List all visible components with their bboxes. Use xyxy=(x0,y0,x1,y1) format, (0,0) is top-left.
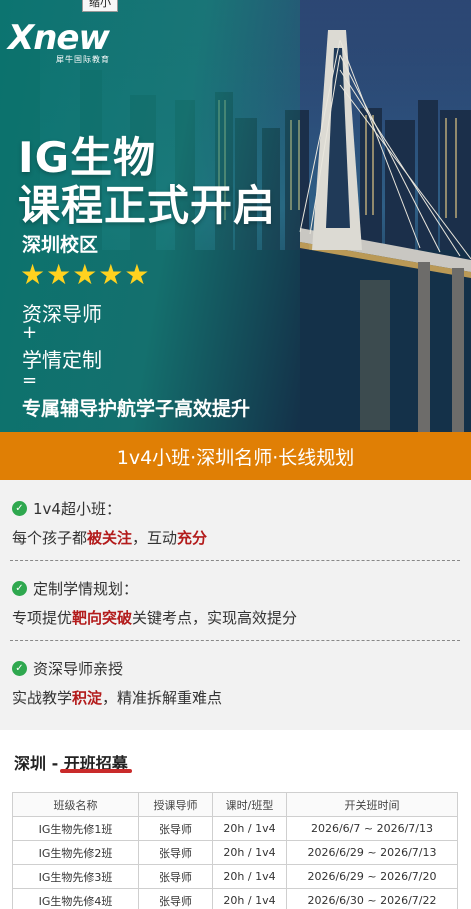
logo-mark: Xnew xyxy=(8,18,110,58)
rating-stars-icon: ★★★★★ xyxy=(20,258,151,291)
campus-label: 深圳校区 xyxy=(22,234,99,256)
hero-equals-sign: = xyxy=(22,370,38,391)
feature-title: 资深导师亲授 xyxy=(33,660,124,678)
feature-title: 定制学情规划： xyxy=(33,580,139,598)
check-icon: ✓ xyxy=(12,581,27,596)
table-cell: IG生物先修2班 xyxy=(12,840,139,865)
slogan-banner: 1v4小班·深圳名师·长线规划 xyxy=(0,432,471,480)
table-cell: 20h / 1v4 xyxy=(212,816,287,841)
feature-desc: 每个孩子都被关注，互动充分 xyxy=(12,529,208,547)
table-cell: 张导师 xyxy=(138,888,213,909)
table-cell: 张导师 xyxy=(138,864,213,889)
column-header: 班级名称 xyxy=(12,792,139,817)
check-icon: ✓ xyxy=(12,661,27,676)
feature-desc: 实战教学积淀，精准拆解重难点 xyxy=(12,689,223,707)
table-row: IG生物先修2班 张导师 20h / 1v4 2026/6/29 ~ 2026/… xyxy=(12,840,458,865)
table-cell: 2026/6/29 ~ 2026/7/13 xyxy=(286,840,458,865)
table-cell: IG生物先修1班 xyxy=(12,816,139,841)
table-cell: 20h / 1v4 xyxy=(212,888,287,909)
table-cell: IG生物先修4班 xyxy=(12,888,139,909)
hero-line-custom: 学情定制 xyxy=(22,348,102,372)
hero-banner: Xnew 犀牛国际教育 IG生物 课程正式开启 深圳校区 ★★★★★ 资深导师 … xyxy=(0,0,471,432)
column-header: 开关班时间 xyxy=(286,792,458,817)
schedule-section: 深圳 - 开班招募 班级名称 授课导师 课时/班型 开关班时间 IG生物先修1班… xyxy=(0,730,471,909)
slogan-text: 1v4小班·深圳名师·长线规划 xyxy=(116,446,355,469)
table-cell: 20h / 1v4 xyxy=(212,864,287,889)
hero-line-result: 专属辅导护航学子高效提升 xyxy=(22,398,251,420)
logo-subtitle: 犀牛国际教育 xyxy=(56,55,110,64)
table-cell: 张导师 xyxy=(138,840,213,865)
divider xyxy=(10,560,460,561)
shrink-button[interactable]: 缩小 xyxy=(82,0,118,12)
feature-title: 1v4超小班： xyxy=(33,500,121,518)
title-underline xyxy=(60,769,132,773)
table-cell: 2026/6/7 ~ 2026/7/13 xyxy=(286,816,458,841)
table-row: IG生物先修1班 张导师 20h / 1v4 2026/6/7 ~ 2026/7… xyxy=(12,816,458,841)
features-section: ✓ 1v4超小班： 每个孩子都被关注，互动充分 ✓ 定制学情规划： 专项提优靶向突破… xyxy=(0,480,471,730)
feature-item: ✓ 定制学情规划： 专项提优靶向突破关键考点，实现高效提分 xyxy=(12,578,462,628)
table-cell: 2026/6/29 ~ 2026/7/20 xyxy=(286,864,458,889)
table-cell: 2026/6/30 ~ 2026/7/22 xyxy=(286,888,458,909)
column-header: 课时/班型 xyxy=(212,792,287,817)
feature-desc: 专项提优靶向突破关键考点，实现高效提分 xyxy=(12,609,298,627)
table-cell: IG生物先修3班 xyxy=(12,864,139,889)
table-cell: 张导师 xyxy=(138,816,213,841)
table-row: IG生物先修3班 张导师 20h / 1v4 2026/6/29 ~ 2026/… xyxy=(12,864,458,889)
check-icon: ✓ xyxy=(12,501,27,516)
column-header: 授课导师 xyxy=(138,792,213,817)
table-header-row: 班级名称 授课导师 课时/班型 开关班时间 xyxy=(12,792,458,817)
class-schedule-table: 班级名称 授课导师 课时/班型 开关班时间 IG生物先修1班 张导师 20h /… xyxy=(12,792,458,909)
hero-title-line2: 课程正式开启 xyxy=(18,181,277,230)
divider xyxy=(10,640,460,641)
table-cell: 20h / 1v4 xyxy=(212,840,287,865)
table-row: IG生物先修4班 张导师 20h / 1v4 2026/6/30 ~ 2026/… xyxy=(12,888,458,909)
feature-item: ✓ 1v4超小班： 每个孩子都被关注，互动充分 xyxy=(12,498,462,548)
hero-plus-sign: + xyxy=(22,322,38,343)
brand-logo[interactable]: Xnew 犀牛国际教育 xyxy=(8,18,128,66)
feature-item: ✓ 资深导师亲授 实战教学积淀，精准拆解重难点 xyxy=(12,658,462,708)
